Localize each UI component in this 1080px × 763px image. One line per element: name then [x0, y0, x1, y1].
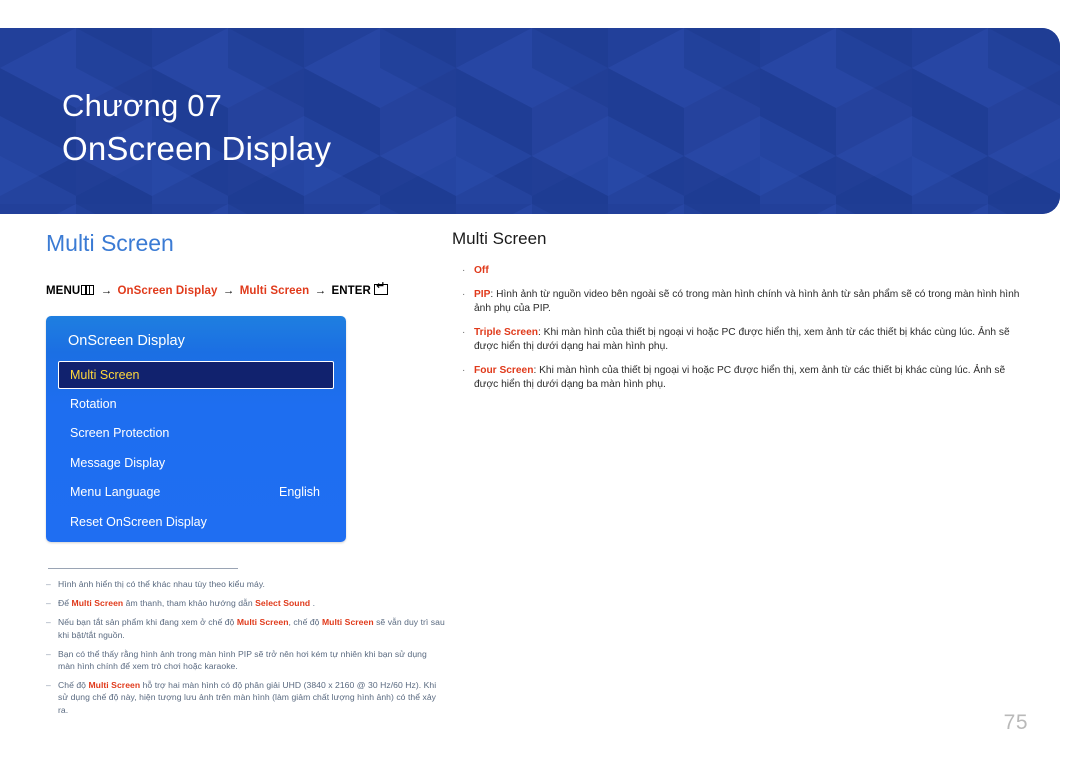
footnote-text: Bạn có thể thấy rằng hình ảnh trong màn … — [58, 648, 446, 672]
bullet-text: Off — [474, 264, 1032, 278]
bullet-text: PIP: Hình ảnh từ nguồn video bên ngoài s… — [474, 288, 1032, 316]
chapter-title: OnScreen Display — [62, 130, 332, 167]
osd-panel-title: OnScreen Display — [68, 333, 185, 349]
enter-return-icon — [373, 281, 388, 295]
osd-menu-item-multi-screen[interactable]: Multi Screen — [58, 361, 334, 389]
osd-menu-list: Multi Screen Rotation Screen Protection Mes… — [58, 361, 334, 537]
footnote-item: – Bạn có thể thấy rằng hình ảnh trong màn… — [46, 648, 446, 672]
menu-path-step-2: Multi Screen — [239, 285, 310, 297]
footnote-dash: – — [46, 598, 51, 609]
chapter-banner: Chương 07 OnScreen Display — [0, 28, 1060, 214]
footnote-dash: – — [46, 579, 51, 589]
footnote-fragment: Chế độ — [58, 680, 89, 691]
footnote-dash: – — [46, 680, 51, 691]
footnote-fragment: Bạn có thể thấy rằng hình ảnh trong màn … — [58, 648, 427, 672]
osd-menu-item-value: English — [279, 485, 320, 500]
osd-menu-item-rotation[interactable]: Rotation — [58, 389, 334, 419]
menu-path-step-1: OnScreen Display — [117, 285, 218, 297]
menu-path-enter-label: ENTER — [331, 285, 371, 297]
option-bullet-triple-screen: · Triple Screen: Khi màn hình của thiết b… — [452, 326, 1032, 354]
footnote-divider — [48, 568, 238, 569]
osd-menu-item-message-display[interactable]: Message Display — [58, 448, 334, 478]
option-bullet-pip: · PIP: Hình ảnh từ nguồn video bên ngoài … — [452, 288, 1032, 316]
bullet-text: Triple Screen: Khi màn hình của thiết bị… — [474, 326, 1032, 354]
footnote-fragment: Hình ảnh hiển thị có thể khác nhau tùy t… — [58, 579, 265, 589]
chapter-number: Chương 07 — [62, 88, 223, 123]
footnote-fragment: Để — [58, 598, 72, 609]
osd-menu-item-label: Reset OnScreen Display — [70, 514, 207, 529]
footnote-item: – Nếu bạn tắt sản phẩm khi đang xem ở chế… — [46, 616, 446, 640]
footnote-term: Select Sound — [255, 598, 311, 609]
right-section-title: Multi Screen — [452, 229, 547, 248]
footnote-dash: – — [46, 648, 51, 659]
bullet-dot-icon: · — [462, 265, 466, 276]
footnote-term: Multi Screen — [321, 617, 374, 628]
osd-menu-item-menu-language[interactable]: Menu Language English — [58, 478, 334, 508]
page-body: Multi Screen MENU → OnScreen Display → M… — [0, 213, 1080, 763]
menu-path-arrow-2: → — [222, 285, 235, 297]
osd-menu-panel: OnScreen Display Multi Screen Rotation Scr… — [46, 316, 346, 542]
footnote-fragment: . — [310, 598, 316, 609]
footnote-fragment: âm thanh, tham khảo hướng dẫn — [123, 598, 256, 609]
footnote-text: Hình ảnh hiển thị có thể khác nhau tùy t… — [58, 578, 446, 590]
footnote-dash: – — [46, 617, 51, 628]
menu-navigation-path: MENU → OnScreen Display → Multi Screen →… — [46, 281, 446, 299]
menu-path-arrow-3: → — [314, 285, 327, 297]
footnote-term: Multi Screen — [88, 680, 141, 691]
option-bullet-off: · Off — [452, 264, 1032, 278]
footnote-fragment: Nếu bạn tắt sản phẩm khi đang xem ở chế … — [58, 617, 237, 628]
bullet-text: Four Screen: Khi màn hình của thiết bị n… — [474, 364, 1032, 392]
footnote-term: Multi Screen — [236, 617, 289, 628]
bullet-dot-icon: · — [462, 289, 466, 300]
footnote-text: Chế độ Multi Screen hỗ trợ hai màn hình … — [58, 679, 446, 716]
bullet-description: Khi màn hình của thiết bị ngoại vi hoặc … — [474, 327, 1010, 352]
osd-menu-item-label: Screen Protection — [70, 426, 170, 441]
chapter-heading-group: Chương 07 OnScreen Display — [62, 86, 331, 170]
menu-grid-icon — [81, 285, 95, 295]
right-column: Multi Screen · Off · PIP: Hình ảnh từ nguồn… — [452, 228, 1032, 402]
bullet-dot-icon: · — [462, 365, 466, 376]
footnote-fragment: , chế độ — [288, 617, 322, 628]
left-section-title: Multi Screen — [46, 230, 174, 256]
footnote-term: Multi Screen — [71, 598, 124, 609]
footnote-item: – Hình ảnh hiển thị có thể khác nhau tùy … — [46, 578, 446, 590]
osd-menu-item-label: Menu Language — [70, 485, 161, 500]
menu-path-menu-label: MENU — [46, 285, 81, 297]
menu-path-arrow-1: → — [100, 285, 113, 297]
osd-menu-item-label: Message Display — [70, 455, 166, 470]
bullet-description: Hình ảnh từ nguồn video bên ngoài sẽ có … — [474, 289, 1020, 314]
osd-menu-item-label: Multi Screen — [70, 368, 140, 382]
option-bullet-list: · Off · PIP: Hình ảnh từ nguồn video bên ng… — [452, 264, 1032, 392]
left-column: Multi Screen MENU → OnScreen Display → M… — [46, 228, 446, 723]
footnote-item: – Chế độ Multi Screen hỗ trợ hai màn hình… — [46, 679, 446, 716]
footnote-list: – Hình ảnh hiển thị có thể khác nhau tùy … — [46, 578, 446, 716]
footnote-text: Để Multi Screen âm thanh, tham khảo hướn… — [58, 597, 446, 609]
bullet-term: Triple Screen — [474, 327, 538, 338]
page-number: 75 — [1003, 711, 1028, 734]
bullet-description: Khi màn hình của thiết bị ngoại vi hoặc … — [474, 365, 1006, 390]
osd-menu-item-reset-onscreen-display[interactable]: Reset OnScreen Display — [58, 507, 334, 537]
bullet-term: Off — [474, 265, 489, 276]
bullet-term: PIP — [474, 289, 491, 300]
bullet-dot-icon: · — [462, 327, 466, 338]
osd-menu-item-label: Rotation — [70, 396, 117, 411]
option-bullet-four-screen: · Four Screen: Khi màn hình của thiết bị … — [452, 364, 1032, 392]
footnote-text: Nếu bạn tắt sản phẩm khi đang xem ở chế … — [58, 616, 446, 640]
osd-menu-item-screen-protection[interactable]: Screen Protection — [58, 419, 334, 449]
footnote-item: – Để Multi Screen âm thanh, tham khảo hướ… — [46, 597, 446, 609]
bullet-term: Four Screen — [474, 365, 534, 376]
